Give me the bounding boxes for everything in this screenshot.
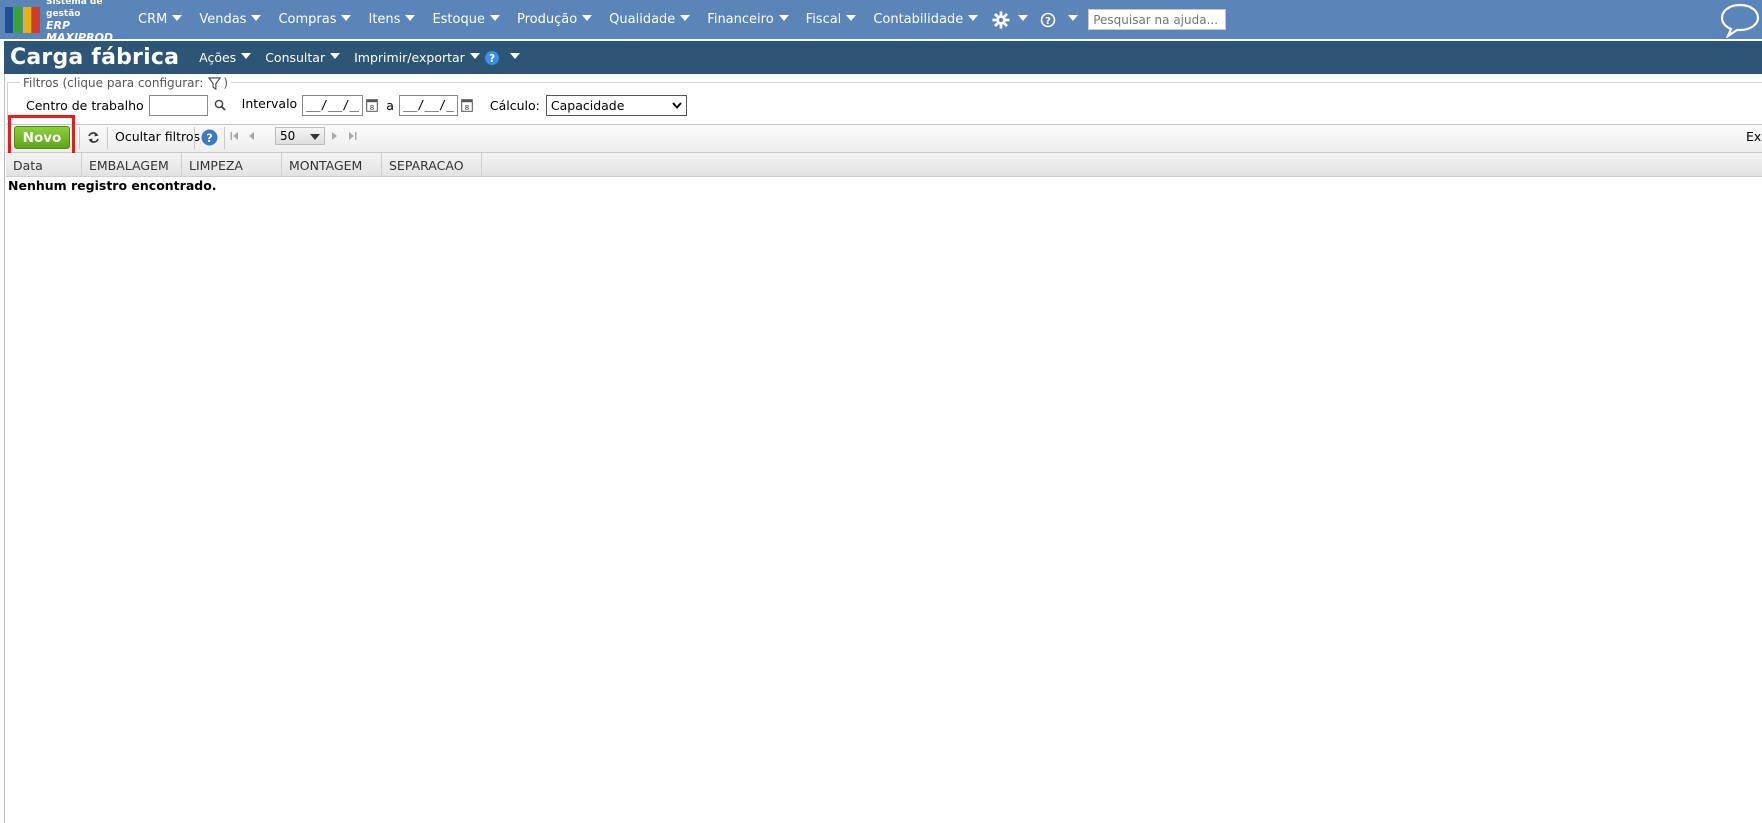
help-search-input[interactable] xyxy=(1088,9,1227,30)
previous-page-icon[interactable] xyxy=(248,131,255,141)
chevron-down-icon xyxy=(846,14,857,21)
consultar-menu[interactable]: Consultar xyxy=(265,50,341,65)
menu-contabilidade[interactable]: Contabilidade xyxy=(864,12,986,27)
novo-highlight-box xyxy=(8,115,75,156)
chevron-down-icon xyxy=(672,101,682,109)
calendar-icon[interactable]: 8 xyxy=(366,98,379,112)
help-icon[interactable]: ? xyxy=(484,50,500,66)
chevron-down-icon xyxy=(405,14,416,21)
settings-menu[interactable] xyxy=(986,10,1034,29)
toolbar-divider xyxy=(194,127,195,149)
chevron-down-icon xyxy=(968,14,979,21)
svg-text:?: ? xyxy=(1045,16,1051,27)
chevron-down-icon xyxy=(341,14,352,21)
toolbar-divider xyxy=(79,127,80,149)
content-left-border xyxy=(4,74,5,823)
logo-mark-icon xyxy=(5,6,41,33)
imprimir-exportar-menu[interactable]: Imprimir/exportar ? xyxy=(354,50,520,66)
toolbar-right-truncated[interactable]: Exi xyxy=(1746,129,1762,144)
chevron-down-icon xyxy=(778,14,789,21)
last-page-icon[interactable] xyxy=(348,131,357,141)
ocultar-filtros-button[interactable]: Ocultar filtros xyxy=(115,129,200,144)
app-logo[interactable]: Sistema de gestão ERP MAXIPROD xyxy=(5,0,129,44)
empty-grid-message: Nenhum registro encontrado. xyxy=(8,178,217,193)
filters-panel: Filtros (clique para configurar: ) Centr… xyxy=(7,76,1762,120)
toolbar-divider xyxy=(107,127,108,149)
grid-header: Data EMBALAGEM LIMPEZA MONTAGEM SEPARACA… xyxy=(6,153,1762,177)
help-icon: ? xyxy=(1040,12,1056,27)
chat-button[interactable] xyxy=(1718,2,1762,42)
list-toolbar xyxy=(6,124,1762,153)
next-page-icon[interactable] xyxy=(331,131,338,141)
calculo-select[interactable]: Capacidade xyxy=(545,94,687,116)
help-menu[interactable]: ? xyxy=(1034,12,1084,28)
page-title: Carga fábrica xyxy=(10,45,180,70)
chevron-down-icon[interactable] xyxy=(509,52,520,59)
first-page-icon[interactable] xyxy=(230,131,239,141)
chat-bubble-icon xyxy=(1720,3,1760,39)
logo-subtitle: Sistema de gestão xyxy=(46,0,103,19)
chevron-down-icon xyxy=(1018,14,1029,21)
chevron-down-icon xyxy=(469,52,480,59)
menu-crm[interactable]: CRM xyxy=(129,12,190,27)
chevron-down-icon xyxy=(172,14,183,21)
calculo-label: Cálculo: xyxy=(489,97,540,113)
column-header-limpeza[interactable]: LIMPEZA xyxy=(182,153,282,177)
top-navbar: Sistema de gestão ERP MAXIPROD CRM Venda… xyxy=(0,0,1762,43)
menu-producao[interactable]: Produção xyxy=(508,12,600,27)
chevron-down-icon xyxy=(1068,14,1079,21)
menu-itens[interactable]: Itens xyxy=(359,12,423,27)
calendar-icon[interactable]: 8 xyxy=(461,98,473,112)
menu-financeiro[interactable]: Financeiro xyxy=(698,12,796,27)
date-range-separator: a xyxy=(386,97,394,113)
centro-trabalho-label: Centro de trabalho xyxy=(26,97,144,113)
menu-vendas[interactable]: Vendas xyxy=(190,12,269,27)
chevron-down-icon xyxy=(241,52,252,59)
chevron-down-icon xyxy=(489,14,500,21)
svg-text:?: ? xyxy=(489,53,495,65)
menu-fiscal[interactable]: Fiscal xyxy=(797,12,865,27)
page-size-select[interactable]: 50 xyxy=(275,127,325,145)
gear-icon xyxy=(992,10,1010,29)
date-from-input[interactable] xyxy=(302,94,364,116)
logo-title: ERP MAXIPROD xyxy=(46,18,114,44)
column-header-separacao[interactable]: SEPARACAO xyxy=(382,153,482,177)
column-header-data[interactable]: Data xyxy=(6,153,82,177)
filters-row: Centro de trabalho Intervalo 8 a 8 Cálcu… xyxy=(8,94,1762,116)
column-header-embalagem[interactable]: EMBALAGEM xyxy=(82,153,182,177)
intervalo-label: Intervalo xyxy=(241,95,298,111)
filter-icon[interactable] xyxy=(208,76,222,90)
svg-text:?: ? xyxy=(206,132,212,145)
svg-text:8: 8 xyxy=(465,104,469,112)
chevron-down-icon xyxy=(330,52,341,59)
menu-compras[interactable]: Compras xyxy=(269,12,359,27)
svg-text:8: 8 xyxy=(370,104,374,112)
search-icon[interactable] xyxy=(214,99,226,111)
filters-legend[interactable]: Filtros (clique para configurar: ) xyxy=(20,76,231,90)
refresh-icon[interactable] xyxy=(86,131,101,144)
toolbar-divider xyxy=(224,127,225,149)
page-title-bar: Carga fábrica Ações Consultar Imprimir/e… xyxy=(4,41,1762,74)
chevron-down-icon xyxy=(251,14,262,21)
menu-qualidade[interactable]: Qualidade xyxy=(600,12,698,27)
main-menu: CRM Vendas Compras Itens Estoque Produçã… xyxy=(129,9,1227,30)
column-header-montagem[interactable]: MONTAGEM xyxy=(282,153,382,177)
date-to-input[interactable] xyxy=(398,94,458,116)
chevron-down-icon xyxy=(582,14,593,21)
menu-estoque[interactable]: Estoque xyxy=(423,12,508,27)
chevron-down-icon xyxy=(310,134,320,140)
acoes-menu[interactable]: Ações xyxy=(199,50,252,65)
centro-trabalho-input[interactable] xyxy=(148,94,208,116)
help-icon[interactable]: ? xyxy=(201,129,218,146)
chevron-down-icon xyxy=(680,14,691,21)
